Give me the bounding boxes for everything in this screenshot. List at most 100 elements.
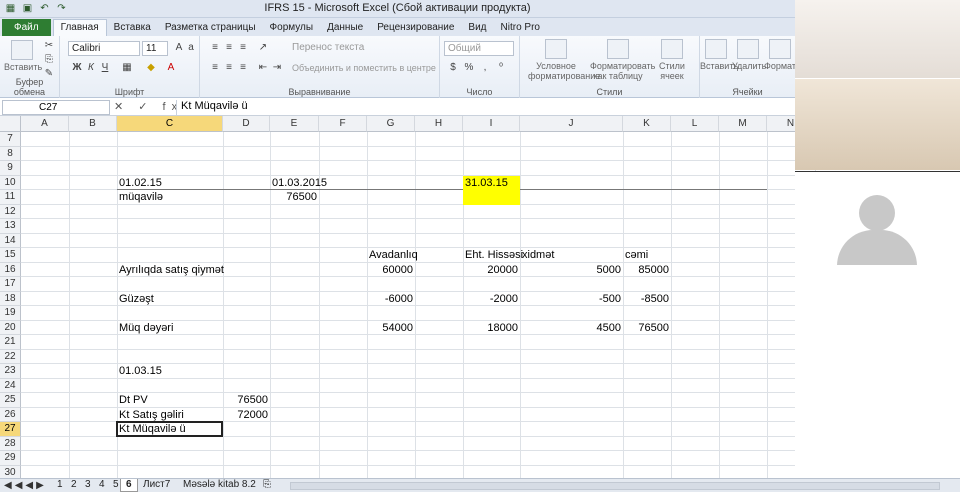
cell-g18[interactable]: -6000 (367, 292, 415, 306)
shrink-font-icon[interactable]: a (184, 42, 198, 54)
row-header-14[interactable]: 14 (0, 233, 21, 248)
bold-icon[interactable]: Ж (70, 62, 84, 74)
cell-c18[interactable]: Güzəşt (117, 292, 343, 306)
row-header-11[interactable]: 11 (0, 190, 21, 205)
align-bottom-icon[interactable]: ≡ (236, 42, 250, 54)
cell-c16[interactable]: Ayrılıqda satış qiymət (117, 263, 343, 277)
row-header-17[interactable]: 17 (0, 277, 21, 292)
underline-icon[interactable]: Ч (98, 62, 112, 74)
column-header-d[interactable]: D (223, 116, 270, 132)
column-header-f[interactable]: F (319, 116, 367, 132)
formula-input[interactable]: Kt Müqavilə ü (176, 100, 793, 115)
tab-data[interactable]: Данные (320, 20, 370, 36)
row-header-24[interactable]: 24 (0, 378, 21, 393)
select-all-corner[interactable] (0, 116, 21, 132)
copy-icon[interactable]: ⎘ (42, 54, 56, 66)
insert-cells-button[interactable]: Вставить (700, 39, 738, 71)
cell-e11[interactable]: 76500 (270, 190, 319, 204)
row-header-19[interactable]: 19 (0, 306, 21, 321)
cell-i10[interactable]: 31.03.15 (463, 176, 640, 190)
cell-k15[interactable]: cəmi (623, 248, 791, 262)
row-header-13[interactable]: 13 (0, 219, 21, 234)
tab-formulas[interactable]: Формулы (263, 20, 321, 36)
tab-nitro-pro[interactable]: Nitro Pro (494, 20, 547, 36)
column-header-g[interactable]: G (367, 116, 415, 132)
borders-icon[interactable]: ▦ (120, 62, 134, 74)
conditional-formatting-button[interactable]: Условное форматирование (528, 39, 600, 81)
cell-g20[interactable]: 54000 (367, 321, 415, 335)
format-as-table-button[interactable]: Форматировать как таблицу (590, 39, 655, 81)
column-header-h[interactable]: H (415, 116, 463, 132)
sheet-tab-meseele-kitab[interactable]: Məsələ kitab 8.2 (178, 479, 261, 492)
cell-j16[interactable]: 5000 (520, 263, 623, 277)
currency-icon[interactable]: $ (446, 62, 460, 74)
fill-color-icon[interactable]: ◆ (144, 62, 158, 74)
align-middle-icon[interactable]: ≡ (222, 42, 236, 54)
tab-insert[interactable]: Вставка (107, 20, 158, 36)
tab-page-layout[interactable]: Разметка страницы (158, 20, 263, 36)
row-header-8[interactable]: 8 (0, 146, 21, 161)
cell-c23[interactable]: 01.03.15 (117, 364, 343, 378)
font-size-select[interactable]: 11 (142, 41, 168, 56)
cell-d26[interactable]: 72000 (223, 408, 270, 422)
formula-bar-icons[interactable]: ✕ ✓ fx (114, 100, 183, 113)
row-header-18[interactable]: 18 (0, 291, 21, 306)
number-format-select[interactable]: Общий (444, 41, 514, 56)
comma-style-icon[interactable]: , (478, 62, 492, 74)
column-header-k[interactable]: K (623, 116, 671, 132)
sheet-nav-arrows-icon[interactable]: ◀◀◀▶ (4, 480, 47, 491)
cell-k20[interactable]: 76500 (623, 321, 671, 335)
row-header-16[interactable]: 16 (0, 262, 21, 277)
row-header-21[interactable]: 21 (0, 335, 21, 350)
tab-view[interactable]: Вид (461, 20, 493, 36)
insert-sheet-icon[interactable]: ⎘ (258, 479, 276, 492)
font-name-select[interactable]: Calibri (68, 41, 140, 56)
tab-home[interactable]: Главная (52, 19, 107, 36)
cell-i16[interactable]: 20000 (463, 263, 520, 277)
format-cells-button[interactable]: Формат (764, 39, 796, 71)
row-header-12[interactable]: 12 (0, 204, 21, 219)
sheet-tab-6[interactable]: 6 (120, 479, 138, 492)
sheet-tab-list7[interactable]: Лист7 (138, 479, 175, 492)
column-header-b[interactable]: B (69, 116, 117, 132)
row-header-28[interactable]: 28 (0, 436, 21, 451)
cell-k16[interactable]: 85000 (623, 263, 671, 277)
cell-e10[interactable]: 01.03.2015 (270, 176, 439, 190)
row-header-29[interactable]: 29 (0, 451, 21, 466)
increase-indent-icon[interactable]: ⇥ (270, 62, 284, 74)
font-color-icon[interactable]: A (164, 62, 178, 74)
italic-icon[interactable]: К (84, 62, 98, 74)
wrap-text-button[interactable]: Перенос текста (292, 41, 364, 55)
cell-k18[interactable]: -8500 (623, 292, 671, 306)
row-header-9[interactable]: 9 (0, 161, 21, 176)
align-right-icon[interactable]: ≡ (236, 62, 250, 74)
tab-file[interactable]: Файл (2, 19, 51, 36)
column-header-e[interactable]: E (270, 116, 319, 132)
name-box[interactable]: C27 (2, 100, 110, 115)
row-header-27[interactable]: 27 (0, 422, 21, 437)
align-center-icon[interactable]: ≡ (222, 62, 236, 74)
cell-j18[interactable]: -500 (520, 292, 623, 306)
row-header-22[interactable]: 22 (0, 349, 21, 364)
row-header-30[interactable]: 30 (0, 465, 21, 478)
row-header-20[interactable]: 20 (0, 320, 21, 335)
column-header-c[interactable]: C (117, 116, 223, 132)
decimal-icon[interactable]: ⁰ (494, 62, 508, 74)
cell-j20[interactable]: 4500 (520, 321, 623, 335)
align-left-icon[interactable]: ≡ (208, 62, 222, 74)
paste-button[interactable]: Вставить (4, 40, 42, 72)
tab-review[interactable]: Рецензирование (370, 20, 461, 36)
merge-center-button[interactable]: Объединить и поместить в центре (292, 61, 436, 75)
cell-d25[interactable]: 76500 (223, 393, 270, 407)
row-header-23[interactable]: 23 (0, 364, 21, 379)
active-cell-border[interactable] (116, 421, 223, 437)
delete-cells-button[interactable]: Удалить (732, 39, 766, 71)
row-header-25[interactable]: 25 (0, 393, 21, 408)
row-header-15[interactable]: 15 (0, 248, 21, 263)
cut-icon[interactable]: ✂ (42, 40, 56, 52)
percent-icon[interactable]: % (462, 62, 476, 74)
cell-i18[interactable]: -2000 (463, 292, 520, 306)
column-header-m[interactable]: M (719, 116, 767, 132)
row-header-7[interactable]: 7 (0, 132, 21, 147)
orientation-icon[interactable]: ↗ (256, 42, 270, 54)
